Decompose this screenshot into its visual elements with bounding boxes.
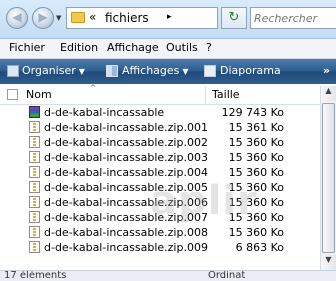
file-row[interactable]: d-de-kabal-incassable.zip.008 15 360 Ko [0,225,320,240]
file-size: 15 360 Ko [228,166,284,179]
menu-help[interactable]: ? [206,41,212,54]
address-bar-area: ◀ ▶ ▼ « fichiers ▸ ▼ ↻ Rechercher [0,0,336,39]
toolbar-overflow-button[interactable]: » [323,64,330,77]
zip-file-icon [29,226,40,238]
file-name: d-de-kabal-incassable.zip.006 [44,196,208,209]
menu-bar: Fichier Edition Affichage Outils ? [0,39,336,59]
file-size: 15 360 Ko [228,196,284,209]
file-name: d-de-kabal-incassable.zip.004 [44,166,208,179]
file-row[interactable]: d-de-kabal-incassable.zip.009 6 863 Ko [0,240,320,255]
file-name: d-de-kabal-incassable.zip.005 [44,181,208,194]
file-row[interactable]: d-de-kabal-incassable.zip.002 15 360 Ko [0,135,320,150]
zip-file-icon [29,166,40,178]
file-size: 15 360 Ko [228,136,284,149]
views-icon [106,65,118,77]
search-placeholder: Rechercher [254,12,318,25]
file-size: 15 360 Ko [228,211,284,224]
search-input[interactable]: Rechercher [250,7,336,29]
forward-button[interactable]: ▶ [32,7,54,29]
file-list: d-de-kabal-incassable 129 743 Ko d-de-kaba… [0,105,320,270]
status-bar: 17 éléments Ordinat [0,270,336,281]
file-size: 129 743 Ko [221,106,284,119]
file-row[interactable]: d-de-kabal-incassable.zip.004 15 360 Ko [0,165,320,180]
folder-icon [71,12,85,23]
zip-file-icon [29,181,40,193]
organize-button[interactable]: Organiser ▼ [22,64,85,77]
file-size: 15 360 Ko [228,181,284,194]
address-field[interactable]: « fichiers ▸ ▼ [66,7,270,29]
breadcrumb-overflow[interactable]: « [89,10,96,24]
file-size: 6 863 Ko [235,241,284,254]
select-all-checkbox[interactable] [7,89,18,100]
breadcrumb-fichiers[interactable]: fichiers [105,11,149,25]
column-header-size[interactable]: Taille [212,88,240,101]
file-row[interactable]: d-de-kabal-incassable 129 743 Ko [0,105,320,120]
forward-arrow-icon: ▶ [38,10,48,24]
rar-archive-icon [29,106,40,118]
sort-ascending-icon: ^ [90,84,96,92]
scroll-up-icon[interactable]: ▲ [321,86,336,101]
status-location: Ordinat [208,270,246,281]
file-name: d-de-kabal-incassable.zip.003 [44,151,208,164]
file-name: d-de-kabal-incassable [44,106,165,119]
chevron-down-icon: ▼ [78,67,85,76]
views-button[interactable]: Affichages ▼ [122,64,189,77]
back-arrow-icon: ◀ [12,10,22,24]
zip-file-icon [29,211,40,223]
file-row[interactable]: d-de-kabal-incassable.zip.003 15 360 Ko [0,150,320,165]
chevron-down-icon: ▼ [182,67,189,76]
column-header-name[interactable]: Nom [26,88,52,101]
menu-edition[interactable]: Edition [60,41,98,54]
scroll-down-icon[interactable]: ▼ [321,255,336,270]
refresh-button[interactable]: ↻ [221,7,247,29]
file-row[interactable]: d-de-kabal-incassable.zip.006 15 360 Ko [0,195,320,210]
refresh-icon: ↻ [228,10,240,25]
scrollbar-thumb[interactable] [322,103,335,253]
file-row[interactable]: d-de-kabal-incassable.zip.001 15 361 Ko [0,120,320,135]
menu-affichage[interactable]: Affichage [107,41,159,54]
column-header-row: Nom ^ Taille [0,84,320,105]
slideshow-icon [204,65,216,77]
file-size: 15 360 Ko [228,226,284,239]
zip-file-icon [29,241,40,253]
zip-file-icon [29,121,40,133]
file-size: 15 360 Ko [228,151,284,164]
zip-file-icon [29,136,40,148]
slideshow-button[interactable]: Diaporama [220,64,281,77]
zip-file-icon [29,196,40,208]
file-row[interactable]: d-de-kabal-incassable.zip.007 15 360 Ko [0,210,320,225]
command-toolbar: Organiser ▼ Affichages ▼ Diaporama » [0,59,336,84]
status-item-count: 17 éléments [4,270,67,281]
organize-icon [7,65,19,77]
menu-fichier[interactable]: Fichier [9,41,45,54]
file-name: d-de-kabal-incassable.zip.007 [44,211,208,224]
column-divider[interactable] [205,86,206,104]
vertical-scrollbar[interactable]: ▲ ▼ [320,86,336,270]
file-name: d-de-kabal-incassable.zip.009 [44,241,208,254]
file-size: 15 361 Ko [228,121,284,134]
file-name: d-de-kabal-incassable.zip.002 [44,136,208,149]
file-name: d-de-kabal-incassable.zip.001 [44,121,208,134]
file-name: d-de-kabal-incassable.zip.008 [44,226,208,239]
breadcrumb-arrow-icon[interactable]: ▸ [167,12,172,22]
zip-file-icon [29,151,40,163]
recent-pages-dropdown[interactable]: ▼ [56,14,61,22]
file-row[interactable]: d-de-kabal-incassable.zip.005 15 360 Ko [0,180,320,195]
menu-outils[interactable]: Outils [166,41,198,54]
back-button[interactable]: ◀ [6,7,28,29]
